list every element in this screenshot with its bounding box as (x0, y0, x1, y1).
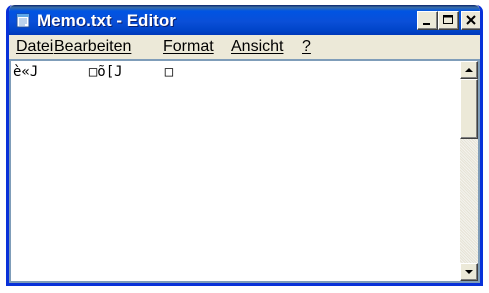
menu-help[interactable]: ? (302, 38, 311, 56)
close-icon (466, 15, 476, 25)
maximize-button[interactable] (438, 11, 459, 30)
notepad-window: Memo.txt - Editor Datei Bearbeiten Forma… (6, 5, 483, 286)
close-button[interactable] (461, 11, 480, 30)
vertical-scrollbar[interactable] (460, 61, 478, 281)
window-title: Memo.txt - Editor (37, 11, 176, 30)
menu-format[interactable]: Format (163, 38, 214, 56)
menu-datei[interactable]: Datei (16, 38, 53, 56)
minimize-button[interactable] (417, 11, 438, 30)
menu-ansicht[interactable]: Ansicht (231, 38, 283, 56)
title-bar[interactable]: Memo.txt - Editor (9, 5, 480, 35)
scroll-down-button[interactable] (460, 263, 478, 281)
scroll-up-button[interactable] (460, 61, 478, 79)
maximize-icon (443, 15, 453, 24)
menu-bearbeiten[interactable]: Bearbeiten (54, 38, 131, 56)
text-editor-area[interactable]: è«J □õ[J □ (9, 59, 480, 283)
scroll-up-arrow-icon (465, 68, 473, 72)
minimize-icon (423, 23, 430, 25)
editor-content[interactable]: è«J □õ[J □ (13, 64, 173, 80)
scrollbar-thumb[interactable] (460, 79, 478, 139)
notepad-icon (16, 13, 30, 28)
menu-bar: Datei Bearbeiten Format Ansicht ? (9, 35, 480, 59)
scroll-down-arrow-icon (465, 270, 473, 274)
